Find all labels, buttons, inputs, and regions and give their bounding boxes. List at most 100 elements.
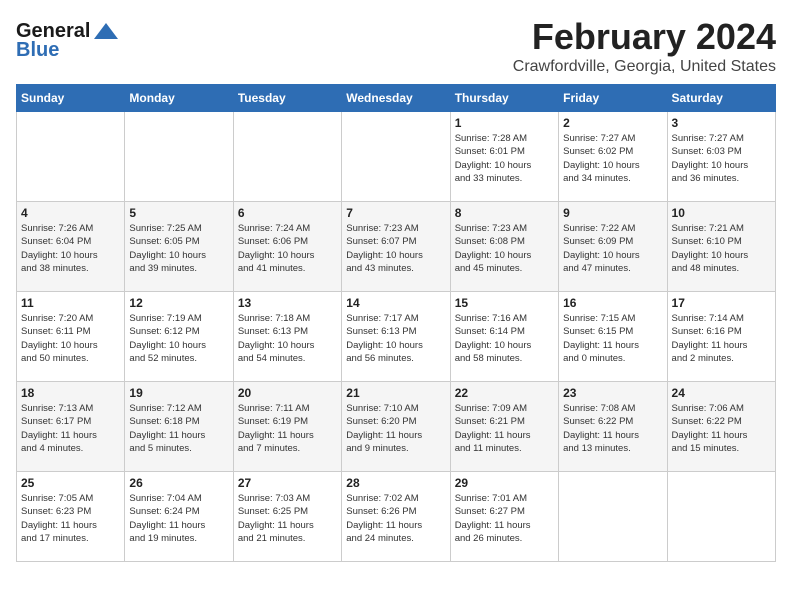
calendar-cell: 15 Sunrise: 7:16 AM Sunset: 6:14 PM Dayli… bbox=[450, 292, 558, 382]
day-info: Sunrise: 7:27 AM Sunset: 6:02 PM Dayligh… bbox=[563, 132, 662, 185]
col-thursday: Thursday bbox=[450, 85, 558, 112]
calendar-cell: 20Sunrise: 7:11 AM Sunset: 6:19 PM Dayli… bbox=[233, 382, 341, 472]
calendar-cell: 1 Sunrise: 7:28 AM Sunset: 6:01 PM Daylig… bbox=[450, 112, 558, 202]
day-number: 9 bbox=[563, 206, 662, 220]
calendar-week-row: 18 Sunrise: 7:13 AM Sunset: 6:17 PM Dayli… bbox=[17, 382, 776, 472]
calendar-subtitle: Crawfordville, Georgia, United States bbox=[16, 58, 776, 76]
day-number: 21 bbox=[346, 386, 445, 400]
calendar-cell: 17 Sunrise: 7:14 AM Sunset: 6:16 PM Dayli… bbox=[667, 292, 775, 382]
calendar-cell: 14Sunrise: 7:17 AM Sunset: 6:13 PM Dayli… bbox=[342, 292, 450, 382]
calendar-cell: 27Sunrise: 7:03 AM Sunset: 6:25 PM Dayli… bbox=[233, 472, 341, 562]
day-info: Sunrise: 7:26 AM Sunset: 6:04 PM Dayligh… bbox=[21, 222, 120, 275]
day-number: 5 bbox=[129, 206, 228, 220]
day-number: 24 bbox=[672, 386, 771, 400]
calendar-cell bbox=[559, 472, 667, 562]
day-number: 1 bbox=[455, 116, 554, 130]
calendar-cell bbox=[125, 112, 233, 202]
calendar-table: Sunday Monday Tuesday Wednesday Thursday… bbox=[16, 84, 776, 562]
calendar-cell: 25 Sunrise: 7:05 AM Sunset: 6:23 PM Dayli… bbox=[17, 472, 125, 562]
page-header: General Blue February 2024 Crawfordville… bbox=[16, 16, 776, 84]
day-number: 3 bbox=[672, 116, 771, 130]
calendar-header: February 2024 Crawfordville, Georgia, Un… bbox=[16, 16, 776, 76]
day-info: Sunrise: 7:21 AM Sunset: 6:10 PM Dayligh… bbox=[672, 222, 771, 275]
calendar-cell: 23Sunrise: 7:08 AM Sunset: 6:22 PM Dayli… bbox=[559, 382, 667, 472]
calendar-cell: 2 Sunrise: 7:27 AM Sunset: 6:02 PM Daylig… bbox=[559, 112, 667, 202]
calendar-cell: 13Sunrise: 7:18 AM Sunset: 6:13 PM Dayli… bbox=[233, 292, 341, 382]
logo-blue-text: Blue bbox=[16, 39, 59, 62]
day-info: Sunrise: 7:05 AM Sunset: 6:23 PM Dayligh… bbox=[21, 492, 120, 545]
day-info: Sunrise: 7:14 AM Sunset: 6:16 PM Dayligh… bbox=[672, 312, 771, 365]
col-sunday: Sunday bbox=[17, 85, 125, 112]
day-info: Sunrise: 7:06 AM Sunset: 6:22 PM Dayligh… bbox=[672, 402, 771, 455]
calendar-cell: 29Sunrise: 7:01 AM Sunset: 6:27 PM Dayli… bbox=[450, 472, 558, 562]
day-info: Sunrise: 7:27 AM Sunset: 6:03 PM Dayligh… bbox=[672, 132, 771, 185]
day-info: Sunrise: 7:23 AM Sunset: 6:07 PM Dayligh… bbox=[346, 222, 445, 275]
calendar-cell: 28 Sunrise: 7:02 AM Sunset: 6:26 PM Dayli… bbox=[342, 472, 450, 562]
day-info: Sunrise: 7:15 AM Sunset: 6:15 PM Dayligh… bbox=[563, 312, 662, 365]
calendar-week-row: 4 Sunrise: 7:26 AM Sunset: 6:04 PM Daylig… bbox=[17, 202, 776, 292]
calendar-cell: 7 Sunrise: 7:23 AM Sunset: 6:07 PM Daylig… bbox=[342, 202, 450, 292]
day-info: Sunrise: 7:09 AM Sunset: 6:21 PM Dayligh… bbox=[455, 402, 554, 455]
calendar-cell: 6 Sunrise: 7:24 AM Sunset: 6:06 PM Daylig… bbox=[233, 202, 341, 292]
day-number: 10 bbox=[672, 206, 771, 220]
calendar-title: February 2024 bbox=[16, 16, 776, 58]
calendar-cell: 12 Sunrise: 7:19 AM Sunset: 6:12 PM Dayli… bbox=[125, 292, 233, 382]
day-info: Sunrise: 7:24 AM Sunset: 6:06 PM Dayligh… bbox=[238, 222, 337, 275]
day-info: Sunrise: 7:12 AM Sunset: 6:18 PM Dayligh… bbox=[129, 402, 228, 455]
calendar-week-row: 25 Sunrise: 7:05 AM Sunset: 6:23 PM Dayli… bbox=[17, 472, 776, 562]
day-info: Sunrise: 7:02 AM Sunset: 6:26 PM Dayligh… bbox=[346, 492, 445, 545]
day-info: Sunrise: 7:20 AM Sunset: 6:11 PM Dayligh… bbox=[21, 312, 120, 365]
calendar-cell bbox=[342, 112, 450, 202]
day-info: Sunrise: 7:10 AM Sunset: 6:20 PM Dayligh… bbox=[346, 402, 445, 455]
day-info: Sunrise: 7:22 AM Sunset: 6:09 PM Dayligh… bbox=[563, 222, 662, 275]
day-number: 22 bbox=[455, 386, 554, 400]
col-friday: Friday bbox=[559, 85, 667, 112]
day-number: 14 bbox=[346, 296, 445, 310]
calendar-cell: 3 Sunrise: 7:27 AM Sunset: 6:03 PM Daylig… bbox=[667, 112, 775, 202]
day-number: 26 bbox=[129, 476, 228, 490]
day-info: Sunrise: 7:18 AM Sunset: 6:13 PM Dayligh… bbox=[238, 312, 337, 365]
day-number: 16 bbox=[563, 296, 662, 310]
calendar-cell: 18 Sunrise: 7:13 AM Sunset: 6:17 PM Dayli… bbox=[17, 382, 125, 472]
calendar-cell: 21 Sunrise: 7:10 AM Sunset: 6:20 PM Dayli… bbox=[342, 382, 450, 472]
day-number: 2 bbox=[563, 116, 662, 130]
day-info: Sunrise: 7:04 AM Sunset: 6:24 PM Dayligh… bbox=[129, 492, 228, 545]
day-info: Sunrise: 7:03 AM Sunset: 6:25 PM Dayligh… bbox=[238, 492, 337, 545]
col-saturday: Saturday bbox=[667, 85, 775, 112]
col-monday: Monday bbox=[125, 85, 233, 112]
day-number: 18 bbox=[21, 386, 120, 400]
logo: General Blue bbox=[16, 20, 120, 62]
day-number: 7 bbox=[346, 206, 445, 220]
calendar-cell: 9 Sunrise: 7:22 AM Sunset: 6:09 PM Daylig… bbox=[559, 202, 667, 292]
calendar-cell bbox=[233, 112, 341, 202]
day-number: 4 bbox=[21, 206, 120, 220]
day-number: 19 bbox=[129, 386, 228, 400]
day-info: Sunrise: 7:28 AM Sunset: 6:01 PM Dayligh… bbox=[455, 132, 554, 185]
day-info: Sunrise: 7:11 AM Sunset: 6:19 PM Dayligh… bbox=[238, 402, 337, 455]
calendar-cell: 24 Sunrise: 7:06 AM Sunset: 6:22 PM Dayli… bbox=[667, 382, 775, 472]
calendar-week-row: 11 Sunrise: 7:20 AM Sunset: 6:11 PM Dayli… bbox=[17, 292, 776, 382]
day-info: Sunrise: 7:19 AM Sunset: 6:12 PM Dayligh… bbox=[129, 312, 228, 365]
day-number: 15 bbox=[455, 296, 554, 310]
day-number: 11 bbox=[21, 296, 120, 310]
calendar-cell: 26 Sunrise: 7:04 AM Sunset: 6:24 PM Dayli… bbox=[125, 472, 233, 562]
day-number: 17 bbox=[672, 296, 771, 310]
day-number: 28 bbox=[346, 476, 445, 490]
day-number: 12 bbox=[129, 296, 228, 310]
calendar-cell bbox=[667, 472, 775, 562]
day-info: Sunrise: 7:13 AM Sunset: 6:17 PM Dayligh… bbox=[21, 402, 120, 455]
calendar-cell: 10 Sunrise: 7:21 AM Sunset: 6:10 PM Dayli… bbox=[667, 202, 775, 292]
day-number: 25 bbox=[21, 476, 120, 490]
day-number: 6 bbox=[238, 206, 337, 220]
day-info: Sunrise: 7:08 AM Sunset: 6:22 PM Dayligh… bbox=[563, 402, 662, 455]
calendar-cell bbox=[17, 112, 125, 202]
calendar-cell: 4 Sunrise: 7:26 AM Sunset: 6:04 PM Daylig… bbox=[17, 202, 125, 292]
day-info: Sunrise: 7:23 AM Sunset: 6:08 PM Dayligh… bbox=[455, 222, 554, 275]
calendar-header-row: Sunday Monday Tuesday Wednesday Thursday… bbox=[17, 85, 776, 112]
calendar-cell: 11 Sunrise: 7:20 AM Sunset: 6:11 PM Dayli… bbox=[17, 292, 125, 382]
day-number: 8 bbox=[455, 206, 554, 220]
day-info: Sunrise: 7:16 AM Sunset: 6:14 PM Dayligh… bbox=[455, 312, 554, 365]
calendar-cell: 16 Sunrise: 7:15 AM Sunset: 6:15 PM Dayli… bbox=[559, 292, 667, 382]
calendar-cell: 5Sunrise: 7:25 AM Sunset: 6:05 PM Daylig… bbox=[125, 202, 233, 292]
calendar-cell: 22 Sunrise: 7:09 AM Sunset: 6:21 PM Dayli… bbox=[450, 382, 558, 472]
